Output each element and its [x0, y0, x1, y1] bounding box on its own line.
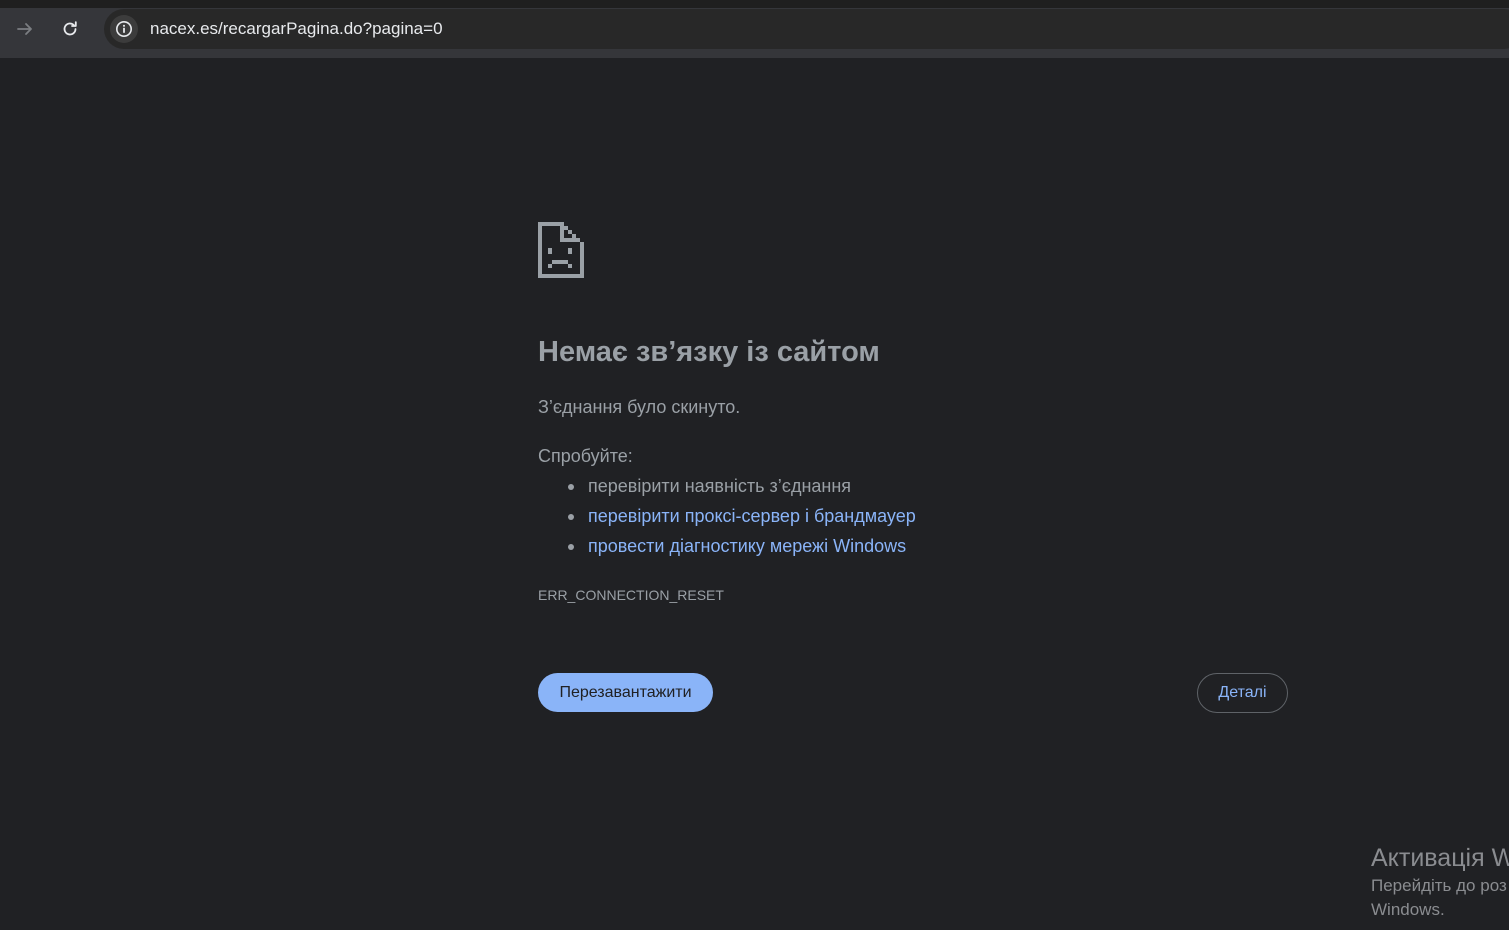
site-info-button[interactable] — [110, 15, 138, 43]
sad-page-icon — [538, 222, 584, 278]
reload-icon — [63, 21, 77, 36]
details-button[interactable]: Деталі — [1197, 673, 1288, 713]
windows-activation-watermark: Активація W Перейдіть до роз Windows. — [1371, 842, 1509, 922]
reload-page-button[interactable] — [55, 14, 85, 44]
suggestions-list: перевірити наявність з’єднання перевірит… — [538, 474, 916, 564]
suggestion-run-diagnostics-link[interactable]: провести діагностику мережі Windows — [538, 534, 916, 564]
activation-line-1: Перейдіть до роз — [1371, 876, 1507, 895]
info-icon — [116, 21, 132, 37]
suggestion-check-connection: перевірити наявність з’єднання — [538, 474, 916, 504]
reload-button[interactable]: Перезавантажити — [538, 673, 713, 712]
error-title: Немає зв’язку із сайтом — [538, 336, 880, 368]
error-subtitle: З’єднання було скинуто. — [538, 397, 741, 417]
activation-title: Активація W — [1371, 844, 1509, 872]
suggestion-check-proxy-link[interactable]: перевірити проксі-сервер і брандмауер — [538, 504, 916, 534]
error-code: ERR_CONNECTION_RESET — [538, 587, 724, 603]
suggestions-label: Спробуйте: — [538, 446, 633, 466]
activation-line-2: Windows. — [1371, 900, 1445, 919]
tab-strip — [0, 0, 1509, 8]
url-text[interactable]: nacex.es/recargarPagina.do?pagina=0 — [150, 19, 443, 39]
arrow-right-icon — [17, 23, 32, 35]
forward-button[interactable] — [10, 14, 40, 44]
browser-toolbar: nacex.es/recargarPagina.do?pagina=0 — [0, 0, 1509, 58]
address-bar[interactable]: nacex.es/recargarPagina.do?pagina=0 — [104, 9, 1509, 49]
